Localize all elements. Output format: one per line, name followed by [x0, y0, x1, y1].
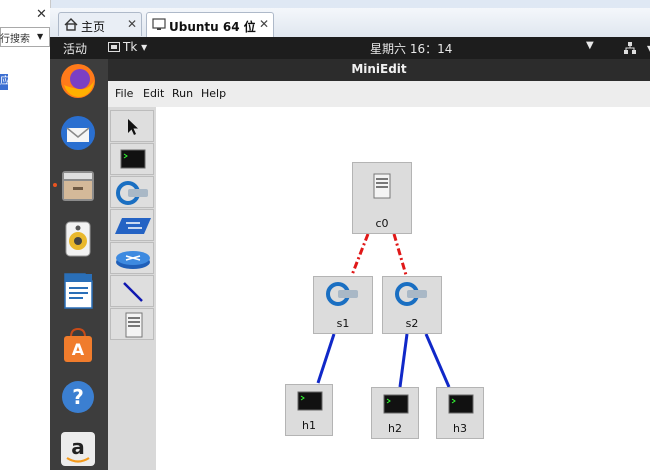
node-label: c0 [375, 217, 389, 230]
switch-icon [116, 181, 148, 205]
tab-home-label: 主页 [81, 20, 106, 34]
host-tab-bar: 主页 ✕ Ubuntu 64 位 ✕ [50, 8, 650, 39]
switch-tool[interactable] [110, 176, 154, 208]
controller-node-c0[interactable]: c0 [352, 162, 412, 234]
node-label: h1 [302, 419, 316, 432]
host-search-label: 行搜索 [0, 34, 30, 45]
node-label: s2 [405, 317, 419, 330]
link-s2-h3 [424, 333, 451, 388]
network-icon[interactable] [624, 42, 636, 54]
svg-text:A: A [72, 340, 85, 359]
topology-canvas[interactable]: c0 s1 s2 h1 h2 h3 [156, 107, 650, 470]
help-icon[interactable]: ? [58, 377, 98, 417]
controller-icon [373, 173, 391, 199]
controller-icon [125, 312, 143, 338]
activities-button[interactable]: 活动 [63, 40, 87, 57]
app-menu-button[interactable]: Tk ▾ [123, 40, 147, 54]
chevron-down-icon[interactable]: ▼ [37, 32, 43, 41]
link-s2-h2 [398, 333, 409, 388]
svg-text:?: ? [72, 385, 84, 409]
cursor-arrow-icon [128, 119, 138, 135]
tab-close-icon[interactable]: ✕ [127, 17, 137, 31]
select-tool[interactable] [110, 110, 154, 142]
switch-node-s1[interactable]: s1 [313, 276, 373, 334]
host-tool[interactable] [110, 143, 154, 175]
amazon-icon[interactable]: a [58, 429, 98, 469]
clock[interactable]: 星期六 16：14 [370, 40, 452, 57]
vm-icon [152, 18, 166, 30]
menu-bar: File Edit Run Help [108, 81, 650, 108]
controller-tool[interactable] [110, 308, 154, 340]
close-icon[interactable]: ✕ [36, 8, 48, 22]
switch-icon [395, 282, 427, 306]
terminal-icon [383, 394, 409, 414]
menu-file[interactable]: File [115, 87, 133, 100]
gnome-top-panel: 活动 Tk ▾ 星期六 16：14 ▼ ▾ [50, 37, 650, 59]
link-c0-s1 [350, 233, 370, 276]
host-sidebar [0, 0, 51, 470]
svg-text:a: a [71, 435, 85, 459]
tab-home[interactable]: 主页 ✕ [58, 12, 142, 36]
active-indicator [53, 183, 57, 187]
firefox-icon[interactable] [58, 61, 98, 101]
rhythmbox-icon[interactable] [58, 219, 98, 259]
tab-ubuntu-label: Ubuntu 64 位 [169, 20, 256, 34]
host-selected-item[interactable]: 应 [0, 74, 8, 90]
legacy-switch-icon [115, 218, 151, 234]
node-label: h3 [453, 422, 467, 435]
menu-edit[interactable]: Edit [143, 87, 164, 100]
host-node-h2[interactable]: h2 [371, 387, 419, 439]
link-c0-s2 [392, 233, 408, 276]
node-label: h2 [388, 422, 402, 435]
link-line-icon [123, 282, 143, 302]
router-tool[interactable] [110, 242, 154, 274]
router-icon [116, 251, 150, 269]
chevron-down-icon[interactable]: ▼ [586, 40, 594, 51]
menu-help[interactable]: Help [201, 87, 226, 100]
home-icon [64, 18, 78, 31]
ubuntu-dock: A ? a [50, 59, 108, 470]
thunderbird-icon[interactable] [58, 113, 98, 153]
switch-node-s2[interactable]: s2 [382, 276, 442, 334]
files-icon[interactable] [58, 165, 98, 205]
terminal-icon [448, 394, 474, 414]
node-label: s1 [336, 317, 350, 330]
tk-app-icon [108, 42, 120, 52]
host-node-h3[interactable]: h3 [436, 387, 484, 439]
host-node-h1[interactable]: h1 [285, 384, 333, 436]
link-tool[interactable] [110, 275, 154, 307]
terminal-icon [297, 391, 323, 411]
toolbox [108, 107, 157, 470]
link-s1-h1 [316, 333, 336, 384]
tab-ubuntu[interactable]: Ubuntu 64 位 ✕ [146, 12, 274, 39]
switch-icon [326, 282, 358, 306]
terminal-icon [120, 149, 146, 169]
window-title-bar[interactable]: MiniEdit [108, 59, 650, 81]
libreoffice-writer-icon[interactable] [58, 271, 98, 311]
menu-run[interactable]: Run [172, 87, 193, 100]
legacy-switch-tool[interactable] [110, 209, 154, 241]
tab-close-icon[interactable]: ✕ [259, 17, 269, 31]
software-center-icon[interactable]: A [58, 325, 98, 365]
window-title: MiniEdit [351, 62, 407, 76]
